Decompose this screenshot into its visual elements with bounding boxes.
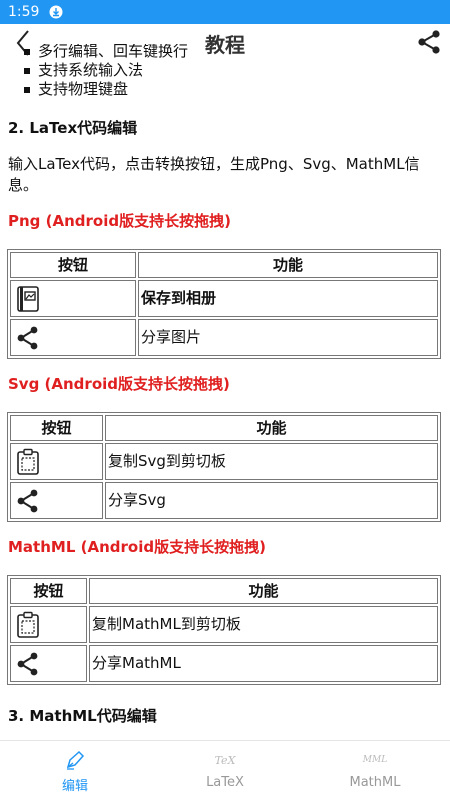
nav-label: 编辑 <box>61 779 88 794</box>
bottom-navigation: 编辑 TeX LaTeX MML MathML <box>0 740 450 800</box>
list-item: 多行编辑、回车键换行 <box>24 44 442 61</box>
nav-tab-mathml[interactable]: MML MathML <box>300 741 450 800</box>
table-cell: 分享MathML <box>89 645 438 682</box>
table-row: 分享Svg <box>10 482 438 519</box>
nav-tab-latex[interactable]: TeX LaTeX <box>150 741 300 800</box>
download-icon <box>49 5 63 19</box>
mathml-table: 按钮 功能 复制MathML到剪切板 分享MathML <box>7 575 441 685</box>
svg-table: 按钮 功能 复制Svg到剪切板 分享Svg <box>7 412 441 522</box>
table-cell: 复制MathML到剪切板 <box>89 606 438 643</box>
column-header-function: 功能 <box>138 252 438 278</box>
column-header-function: 功能 <box>105 415 438 441</box>
list-item: 支持系统输入法 <box>24 61 442 80</box>
status-bar: 1:59 <box>0 0 450 24</box>
table-cell: 复制Svg到剪切板 <box>105 443 438 480</box>
share-icon[interactable] <box>15 324 41 352</box>
png-table: 按钮 功能 保存到相册 分享图片 <box>7 249 441 359</box>
column-header-function: 功能 <box>89 578 438 604</box>
table-cell: 分享Svg <box>105 482 438 519</box>
clipboard-icon[interactable] <box>15 611 41 639</box>
nav-tab-edit[interactable]: 编辑 <box>0 741 150 800</box>
table-cell: 分享图片 <box>138 319 438 356</box>
table-row: 复制MathML到剪切板 <box>10 606 438 643</box>
section-heading-latex: 2. LaTex代码编辑 <box>8 119 138 137</box>
list-item: 支持物理键盘 <box>24 80 442 99</box>
share-icon[interactable] <box>15 487 41 515</box>
svg-section-title: Svg (Android版支持长按拖拽) <box>8 375 230 393</box>
table-row: 复制Svg到剪切板 <box>10 443 438 480</box>
status-time: 1:59 <box>8 4 40 20</box>
mml-icon: MML <box>362 755 388 765</box>
section-heading-mathml: 3. MathML代码编辑 <box>8 707 157 725</box>
png-section-title: Png (Android版支持长按拖拽) <box>8 212 231 230</box>
column-header-button: 按钮 <box>10 578 87 604</box>
table-row: 分享图片 <box>10 319 438 356</box>
nav-label: LaTeX <box>206 775 244 790</box>
table-cell: 保存到相册 <box>138 280 438 317</box>
nav-label: MathML <box>349 775 401 790</box>
column-header-button: 按钮 <box>10 415 103 441</box>
save-album-icon[interactable] <box>15 285 41 313</box>
table-row: 保存到相册 <box>10 280 438 317</box>
table-row: 分享MathML <box>10 645 438 682</box>
feature-list: 多行编辑、回车键换行 支持系统输入法 支持物理键盘 <box>8 44 442 99</box>
pen-icon <box>66 750 85 770</box>
mathml-section-title: MathML (Android版支持长按拖拽) <box>8 538 266 556</box>
column-header-button: 按钮 <box>10 252 136 278</box>
tutorial-content[interactable]: 多行编辑、回车键换行 支持系统输入法 支持物理键盘 2. LaTex代码编辑 输… <box>0 44 450 740</box>
share-icon[interactable] <box>15 650 41 678</box>
clipboard-icon[interactable] <box>15 448 41 476</box>
section-paragraph: 输入LaTex代码，点击转换按钮，生成Png、Svg、MathML信息。 <box>8 155 420 194</box>
tex-icon: TeX <box>214 753 236 767</box>
